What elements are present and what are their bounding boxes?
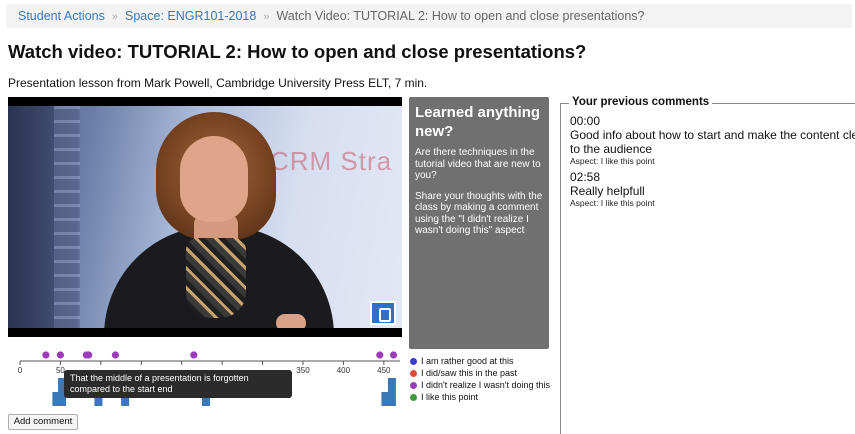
page-subtitle: Presentation lesson from Mark Powell, Ca…	[8, 76, 428, 90]
timeline-tick-label: 400	[337, 366, 351, 375]
legend-dot	[410, 357, 417, 365]
legend-label: I didn't realize I wasn't doing this	[421, 380, 551, 390]
legend-dot	[410, 381, 417, 389]
comment-item[interactable]: 02:58 Really helpfull Aspect: I like thi…	[570, 170, 855, 209]
breadcrumb: Student Actions » Space: ENGR101-2018 » Watc…	[6, 4, 852, 28]
comment-time[interactable]: 00:00	[570, 114, 855, 128]
timeline-tick-label: 350	[296, 366, 310, 375]
timeline-marker[interactable]	[85, 351, 93, 359]
aspect-legend: I am rather good at this I did/saw this …	[410, 355, 550, 403]
video-screen-text: CRM Stra	[270, 146, 393, 176]
learned-panel-title: Learned anything new?	[415, 104, 541, 140]
breadcrumb-separator: »	[111, 11, 118, 23]
video-frame[interactable]: CRM Stra	[8, 106, 402, 328]
legend-item-did-saw: I did/saw this in the past	[410, 367, 550, 379]
legend-item-didnt-realize: I didn't realize I wasn't doing this	[410, 379, 550, 391]
breadcrumb-separator: »	[263, 11, 270, 23]
breadcrumb-current: Watch Video: TUTORIAL 2: How to open and…	[276, 9, 645, 23]
learned-panel-instruction: Share your thoughts with the class by ma…	[415, 190, 543, 237]
timeline-tick-label: 450	[377, 366, 391, 375]
timeline-tick-label: 0	[18, 366, 23, 375]
previous-comments-panel: Your previous comments 00:00 Good info a…	[560, 96, 855, 434]
timeline-marker[interactable]	[389, 351, 398, 359]
learned-panel: Learned anything new? Are there techniqu…	[409, 97, 549, 349]
comment-text: Really helpfull	[570, 184, 645, 198]
comment-time[interactable]: 02:58	[570, 170, 855, 184]
add-comment-button[interactable]: Add comment	[8, 414, 78, 430]
breadcrumb-space[interactable]: Space: ENGR101-2018	[125, 9, 256, 23]
previous-comments-title: Your previous comments	[569, 96, 713, 108]
legend-item-good: I am rather good at this	[410, 355, 550, 367]
video-player[interactable]: CRM Stra	[8, 97, 402, 337]
legend-label: I did/saw this in the past	[421, 368, 518, 378]
comment-item[interactable]: 00:00 Good info about how to start and m…	[570, 114, 855, 167]
comment-text-continued: to the audience	[570, 142, 653, 156]
timeline-marker[interactable]	[42, 351, 50, 359]
timeline-bar[interactable]	[387, 378, 396, 406]
comment-aspect: Aspect: I like this point	[570, 156, 655, 166]
timeline-marker[interactable]	[56, 351, 65, 359]
timeline-tooltip: That the middle of a presentation is for…	[64, 370, 292, 398]
page-title: Watch video: TUTORIAL 2: How to open and…	[8, 41, 587, 62]
comment-aspect: Aspect: I like this point	[570, 198, 655, 208]
publisher-logo-icon	[370, 301, 396, 325]
learned-panel-question: Are there techniques in the tutorial vid…	[415, 147, 541, 181]
comment-text: Good info about how to start and make th…	[570, 128, 855, 142]
timeline-marker[interactable]	[111, 351, 120, 359]
video-background-pattern	[54, 106, 80, 328]
presenter-hand	[276, 314, 306, 328]
presenter-scarf	[186, 238, 246, 318]
previous-comments-list: 00:00 Good info about how to start and m…	[570, 114, 855, 212]
legend-dot	[410, 369, 417, 377]
legend-label: I like this point	[421, 392, 479, 402]
timeline-marker[interactable]	[376, 351, 384, 359]
legend-dot	[410, 393, 417, 401]
legend-label: I am rather good at this	[421, 356, 514, 366]
timeline-marker[interactable]	[190, 351, 198, 359]
presenter-face	[180, 136, 248, 222]
breadcrumb-student-actions[interactable]: Student Actions	[18, 9, 105, 23]
legend-item-like: I like this point	[410, 391, 550, 403]
